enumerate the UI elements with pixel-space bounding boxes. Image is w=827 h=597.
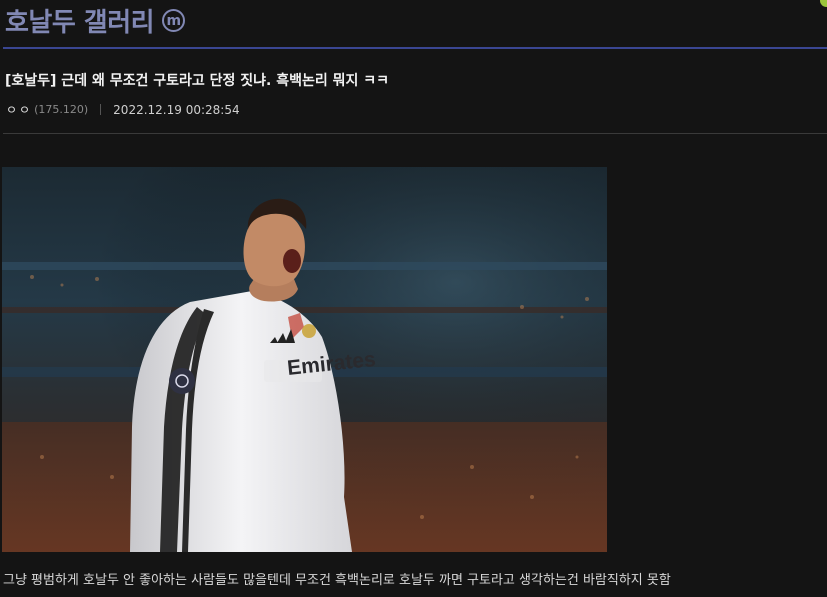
post-meta: ㅇㅇ (175.120) 2022.12.19 00:28:54 — [6, 101, 240, 118]
post-date: 2022.12.19 00:28:54 — [113, 102, 240, 117]
post-photo[interactable]: Emirates — [2, 167, 607, 552]
player-celebration-photo: Emirates — [2, 167, 607, 552]
status-dot — [820, 0, 827, 7]
author-ip: (175.120) — [34, 103, 89, 116]
gallery-title-link[interactable]: 호날두 갤러리 m — [5, 2, 186, 39]
meta-divider — [100, 104, 102, 115]
post-title: [호날두] 근데 왜 무조건 구토라고 단정 짓냐. 흑백논리 뭐지 ㅋㅋ — [5, 73, 389, 89]
post-body-text: 그냥 평범하게 호날두 안 좋아하는 사람들도 많을텐데 무조건 흑백논리로 호… — [3, 573, 671, 588]
meta-divider-line — [3, 133, 827, 134]
champions-league-patch-icon — [169, 368, 195, 394]
gallery-title: 호날두 갤러리 — [5, 8, 155, 38]
real-madrid-crest-icon — [302, 324, 316, 338]
gallery-header: 호날두 갤러리 m — [0, 0, 827, 50]
post-page: 호날두 갤러리 m [호날두] 근데 왜 무조건 구토라고 단정 짓냐. 흑백논… — [0, 0, 827, 597]
minor-gallery-icon: m — [162, 9, 186, 32]
author-nickname[interactable]: ㅇㅇ — [6, 101, 32, 118]
header-divider — [3, 47, 827, 49]
